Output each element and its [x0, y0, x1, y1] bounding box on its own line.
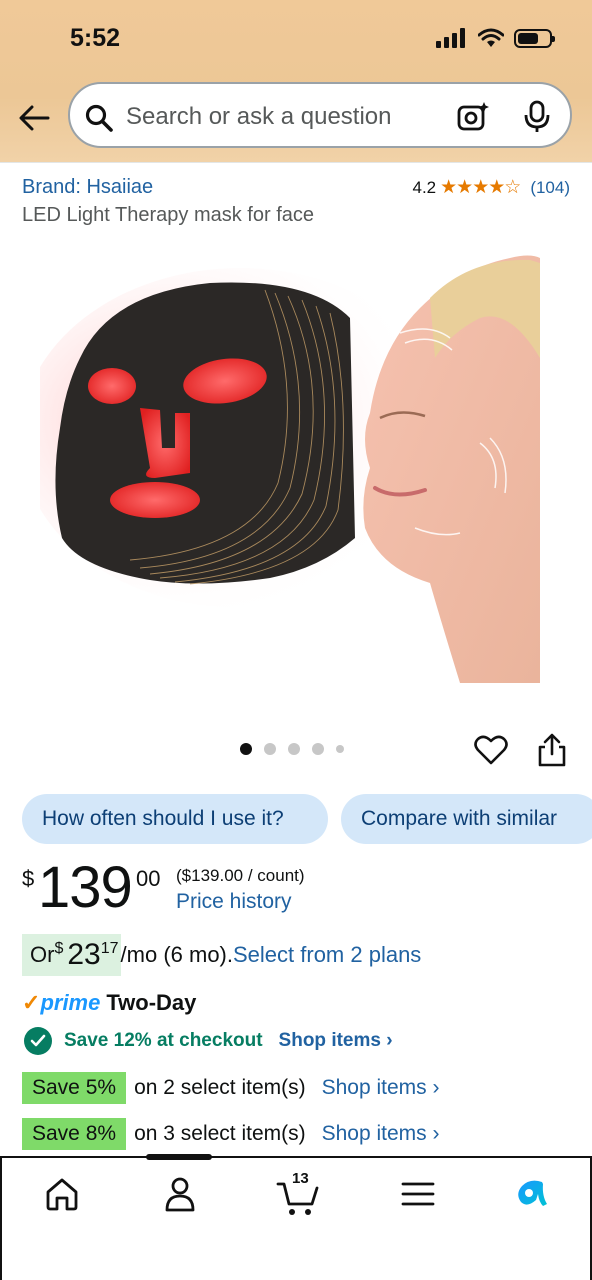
cart-count: 13: [292, 1170, 309, 1187]
checkout-savings-text: Save 12% at checkout: [64, 1030, 263, 1051]
signal-icon: [436, 28, 465, 48]
rating-value: 4.2: [412, 177, 437, 197]
header-divider: [0, 162, 592, 168]
price-currency: $: [22, 866, 35, 891]
carousel-dot-2[interactable]: [264, 743, 276, 755]
promo-badge: Save 5%: [22, 1072, 127, 1104]
status-icons: [436, 28, 555, 48]
price-whole: 139: [38, 855, 133, 920]
product-image[interactable]: [40, 238, 540, 688]
rating-summary[interactable]: 4.2 ★★★★☆ (104): [413, 176, 571, 199]
shop-items-link[interactable]: Shop items ›: [279, 1030, 393, 1052]
installment-amount: 23: [67, 938, 101, 971]
review-count-link[interactable]: (104): [530, 178, 570, 198]
search-bar[interactable]: [68, 82, 572, 148]
search-input[interactable]: [126, 102, 426, 132]
home-icon[interactable]: [42, 1174, 82, 1214]
unit-price: ($139.00 / count): [176, 866, 305, 885]
price-fraction: 00: [136, 866, 161, 891]
brand-link[interactable]: Brand: Hsaiiae: [22, 176, 153, 199]
carousel-dot-1[interactable]: [240, 743, 252, 755]
promo-shop-link[interactable]: Shop items ›: [322, 1122, 440, 1146]
promo-text: on 2 select item(s): [134, 1076, 306, 1099]
heart-icon[interactable]: [474, 733, 508, 767]
battery-icon: [514, 28, 555, 48]
wifi-icon: [478, 28, 504, 47]
installment-currency: $: [54, 940, 64, 957]
select-plans-link[interactable]: Select from 2 plans: [233, 942, 421, 968]
promo-row: Save 8% on 3 select item(s) Shop items ›: [22, 1118, 440, 1150]
installment-prefix: Or: [30, 942, 55, 967]
prime-speed: Two-Day: [106, 990, 197, 1015]
product-title: LED Light Therapy mask for face: [22, 204, 314, 226]
check-circle-icon: [24, 1027, 52, 1055]
installment-row: Or $ 23 17 /mo (6 mo). Select from 2 pla…: [22, 934, 421, 976]
back-arrow-icon[interactable]: [16, 100, 52, 136]
prime-logo: prime: [40, 990, 101, 1015]
camera-search-icon[interactable]: [456, 100, 490, 134]
nav-handle: [146, 1154, 212, 1160]
chip-usage-question[interactable]: How often should I use it?: [22, 794, 328, 844]
app-header: 5:52: [0, 0, 592, 162]
installment-term: /mo (6 mo).: [120, 942, 233, 967]
price-history-link[interactable]: Price history: [176, 890, 292, 914]
promo-shop-link[interactable]: Shop items ›: [322, 1076, 440, 1100]
checkout-savings: Save 12% at checkout Shop items ›: [24, 1026, 393, 1056]
prime-delivery: ✓ prime Two-Day: [22, 988, 196, 1018]
installment-cents: 17: [100, 940, 119, 957]
menu-icon[interactable]: [398, 1174, 438, 1214]
star-rating-icon: ★★★★☆: [440, 177, 521, 198]
bottom-navigation: 13: [0, 1154, 592, 1280]
carousel-dot-4[interactable]: [312, 743, 324, 755]
chip-compare-similar[interactable]: Compare with similar: [341, 794, 592, 844]
microphone-icon[interactable]: [522, 100, 552, 134]
promo-badge: Save 8%: [22, 1118, 127, 1150]
rufus-assistant-icon[interactable]: [512, 1174, 552, 1214]
status-time: 5:52: [70, 24, 121, 52]
share-icon[interactable]: [536, 732, 568, 768]
promo-row: Save 5% on 2 select item(s) Shop items ›: [22, 1072, 440, 1104]
carousel-dot-3[interactable]: [288, 743, 300, 755]
promo-text: on 3 select item(s): [134, 1122, 306, 1145]
installment-amount-box: Or $ 23 17: [22, 934, 121, 976]
image-carousel-dots[interactable]: [240, 743, 344, 755]
search-icon: [85, 104, 113, 132]
carousel-dot-5[interactable]: [336, 745, 344, 753]
prime-check-icon: ✓: [22, 990, 41, 1015]
account-icon[interactable]: [160, 1174, 200, 1214]
